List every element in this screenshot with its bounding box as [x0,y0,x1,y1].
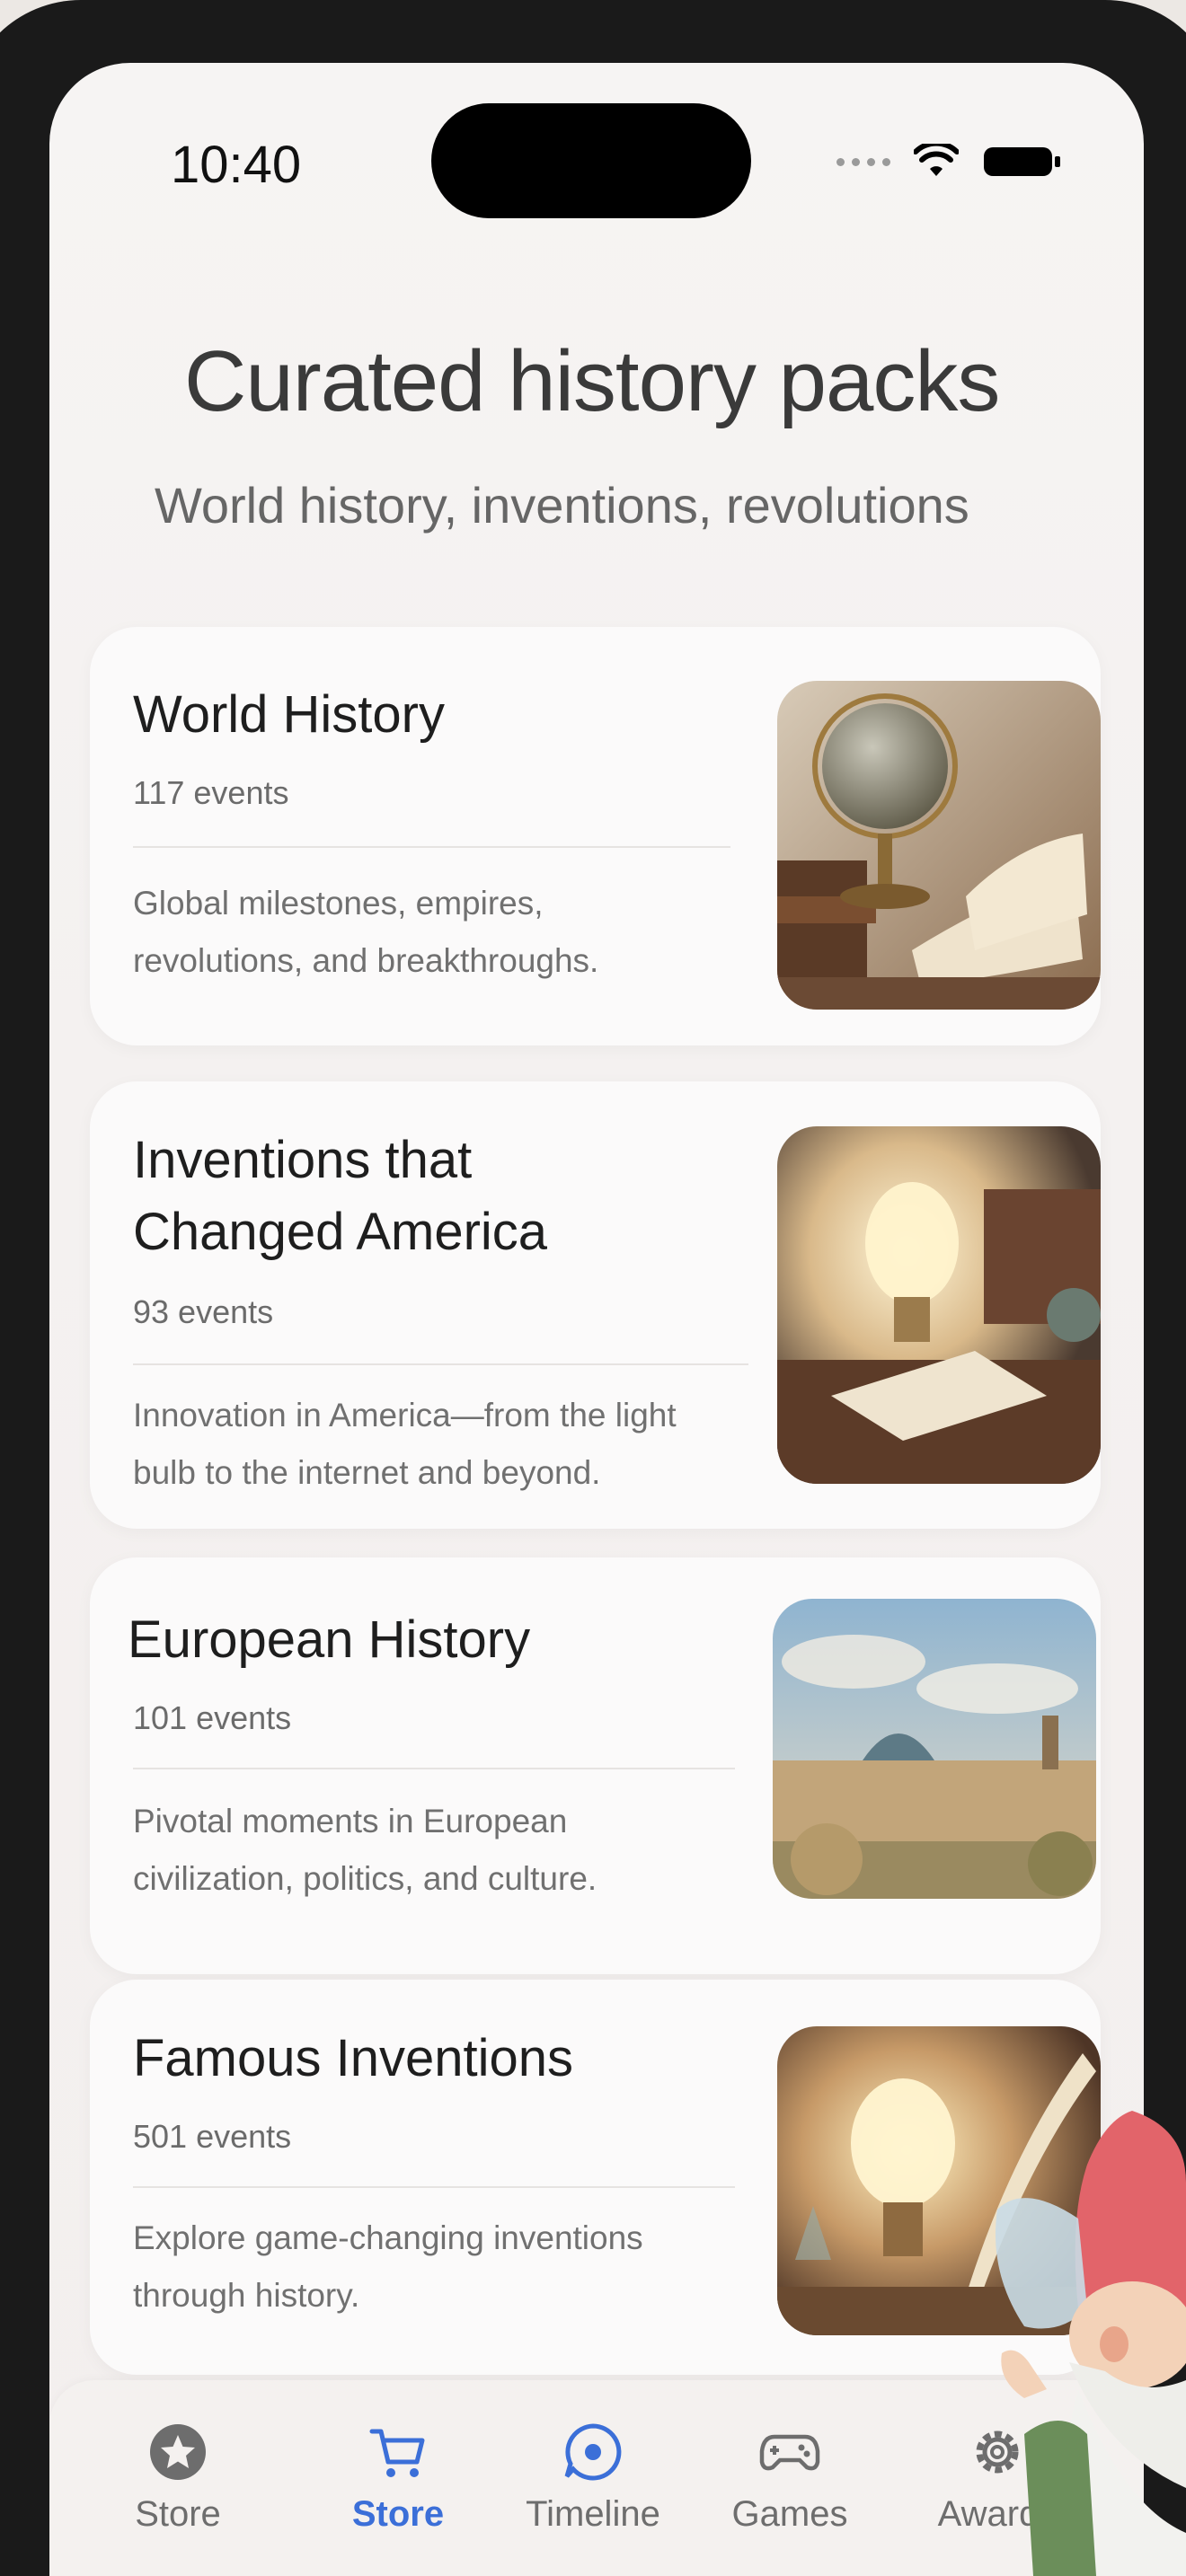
pack-description-line: civilization, politics, and culture. [133,1860,597,1897]
pack-description: Innovation in America—from the light bul… [133,1387,677,1502]
gnome-mascot-icon [996,2111,1186,2576]
pack-title: World History [133,685,445,744]
pack-description-line: bulb to the internet and beyond. [133,1454,601,1491]
dynamic-island [431,103,751,218]
palace-illustration [773,1599,1096,1899]
gamepad-icon [759,2434,820,2471]
pack-description-line: revolutions, and breakthroughs. [133,942,599,979]
pack-card-famous-inventions[interactable]: Famous Inventions 501 events Explore gam… [90,1980,1101,2375]
pack-title-line: Inventions that [133,1131,473,1189]
wifi-icon [914,144,959,176]
divider [133,2186,735,2188]
status-icons [836,144,1063,180]
status-time: 10:40 [171,136,302,194]
tab-timeline[interactable]: Timeline [503,2421,683,2535]
signal-dots-icon [836,157,890,166]
pack-title-line: Changed America [133,1203,548,1262]
tab-games[interactable]: Games [700,2421,880,2535]
pack-title: Famous Inventions [133,2029,574,2087]
tab-label: Store [135,2494,221,2534]
divider [133,1363,748,1365]
battery-icon [984,147,1060,176]
pack-description-line: Explore game-changing inventions [133,2219,643,2256]
divider [133,846,730,848]
page-title: Curated history packs [184,333,1000,429]
pack-description: Global milestones, empires, revolutions,… [133,875,598,990]
pack-card-european-history[interactable]: European History 101 events Pivotal mome… [90,1557,1101,1974]
pack-event-count: 93 events [133,1293,274,1330]
star-icon [150,2424,206,2480]
divider [133,1768,735,1769]
timeline-icon [564,2423,622,2481]
pack-description-line: Pivotal moments in European [133,1803,568,1839]
globe-books-illustration [777,681,1101,1010]
pack-title: European History [128,1610,531,1669]
pack-description: Pivotal moments in European civilization… [133,1793,597,1908]
cart-icon [369,2429,425,2477]
pack-title: Inventions that Changed America [133,1125,547,1268]
pack-event-count: 501 events [133,2118,292,2155]
pack-description-line: through history. [133,2277,360,2314]
tab-label: Store [351,2494,445,2534]
tab-store[interactable]: Store [308,2421,488,2535]
tab-label: Timeline [526,2494,660,2534]
lightbulb-illustration [777,1126,1101,1484]
page-subtitle: World history, inventions, revolutions [155,477,969,534]
tab-store-featured[interactable]: Store [88,2421,268,2535]
pack-card-inventions-america[interactable]: Inventions that Changed America 93 event… [90,1081,1101,1529]
tab-label: Games [731,2494,848,2534]
pack-card-world-history[interactable]: World History 117 events Global mileston… [90,627,1101,1045]
pack-description-line: Global milestones, empires, [133,885,544,922]
pack-description-line: Innovation in America—from the light [133,1397,677,1434]
pack-event-count: 117 events [133,774,289,811]
pack-description: Explore game-changing inventions through… [133,2210,643,2325]
pack-event-count: 101 events [133,1699,292,1736]
